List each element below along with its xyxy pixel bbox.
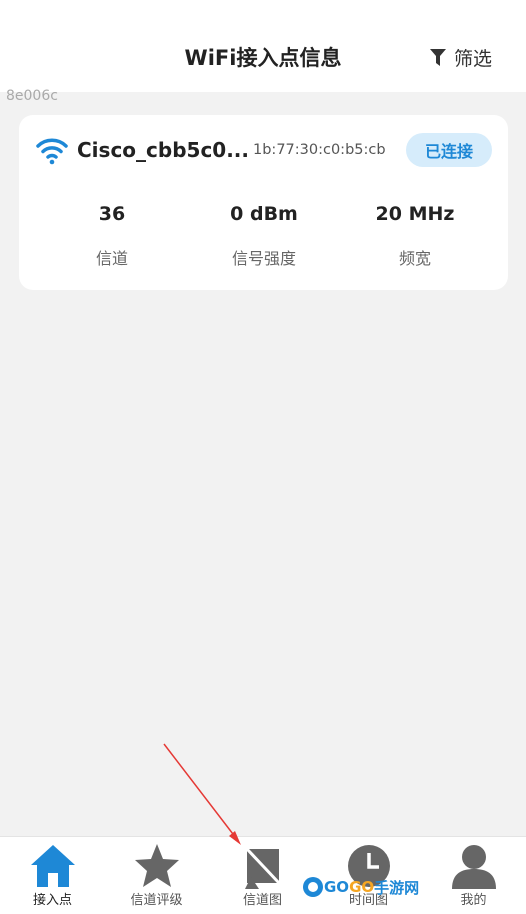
nav-label: 我的	[460, 893, 487, 908]
stat-bandwidth: 20 MHz 频宽	[340, 203, 490, 269]
wifi-icon	[36, 138, 68, 165]
stat-label: 频宽	[398, 249, 431, 268]
ssid-label: Cisco_cbb5c0...	[77, 138, 250, 162]
filter-label: 筛选	[453, 48, 492, 70]
stat-value: 20 MHz	[375, 203, 455, 225]
nav-label: 信道评级	[130, 893, 183, 908]
stat-channel: 36 信道	[37, 203, 187, 269]
nav-item-channel-rating[interactable]: 信道评级	[104, 837, 209, 914]
app-header: WiFi接入点信息 筛选	[0, 0, 526, 92]
nav-label: 接入点	[32, 893, 72, 908]
home-icon	[30, 845, 75, 887]
nav-label: 信道图	[242, 893, 282, 908]
bssid-label: 1b:77:30:c0:b5:cb	[253, 142, 386, 158]
satellite-dish-icon	[244, 847, 280, 889]
stat-signal-strength: 0 dBm 信号强度	[189, 203, 339, 269]
stat-value: 0 dBm	[230, 203, 298, 225]
logo-text-1: GO	[324, 878, 350, 896]
id-watermark: 8e006c	[6, 88, 58, 104]
logo-text-3: 手游网	[374, 878, 420, 897]
filter-icon	[429, 48, 446, 66]
stat-label: 信道	[95, 249, 128, 268]
stat-label: 信号强度	[231, 249, 296, 268]
nav-item-profile[interactable]: 我的	[421, 837, 526, 914]
stat-value: 36	[98, 203, 126, 225]
access-point-card[interactable]: Cisco_cbb5c0... 1b:77:30:c0:b5:cb 已连接 36…	[19, 115, 508, 290]
logo-text-2: GO	[349, 878, 375, 896]
nav-item-channel-graph[interactable]: 信道图	[210, 837, 315, 914]
bottom-nav: 接入点 信道评级 信道图 时间图 我的	[0, 836, 526, 914]
user-icon	[451, 845, 496, 889]
status-badge: 已连接	[406, 133, 492, 167]
star-icon	[134, 844, 179, 887]
logo-e-icon	[303, 877, 323, 897]
site-logo-watermark: GO GO 手游网	[302, 876, 419, 898]
nav-item-access-points[interactable]: 接入点	[0, 837, 105, 914]
filter-button[interactable]: 筛选	[429, 44, 492, 71]
